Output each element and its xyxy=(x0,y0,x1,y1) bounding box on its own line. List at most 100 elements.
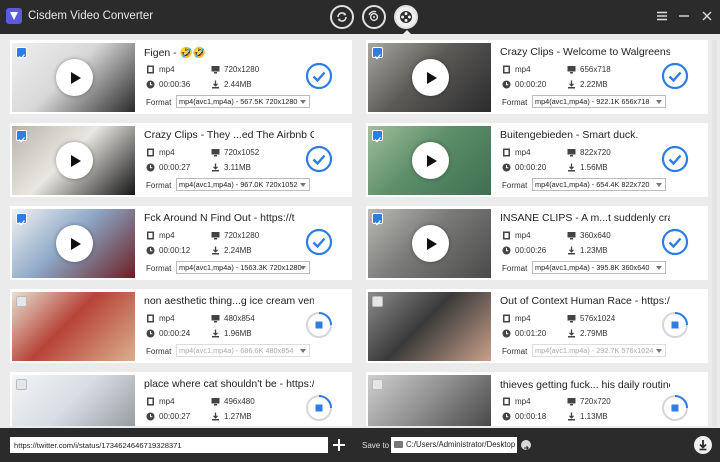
video-thumbnail[interactable] xyxy=(368,126,491,195)
monitor-icon xyxy=(567,65,576,74)
duration-info: 00:00:27 xyxy=(146,163,190,172)
format-select[interactable]: mp4(avc1,mp4a) - 567.5K 720x1280 xyxy=(176,95,310,108)
video-item[interactable]: Figen - 🤣🤣 mp4 720x1280 00:00:36 2.44MB Forma… xyxy=(10,40,352,114)
format-select[interactable]: mp4(avc1,mp4a) - 395.8K 360x640 xyxy=(532,261,666,274)
video-thumbnail[interactable] xyxy=(12,209,135,278)
url-input[interactable] xyxy=(10,437,328,453)
video-thumbnail[interactable] xyxy=(368,209,491,278)
select-checkbox[interactable] xyxy=(372,130,383,143)
format-select[interactable]: mp4(avc1,mp4a) - 292.7K 576x1024 xyxy=(532,344,666,357)
video-title: thieves getting fuck... his daily routin… xyxy=(500,379,670,391)
select-checkbox[interactable] xyxy=(372,296,383,307)
size-value: 3.11MB xyxy=(224,163,251,172)
format-value: mp4(avc1,mp4a) - 654.4K 822x720 xyxy=(535,180,650,189)
download-size-icon xyxy=(567,80,576,89)
size-value: 1.56MB xyxy=(580,163,608,172)
duration-value: 00:00:24 xyxy=(159,329,191,338)
rip-mode-icon[interactable] xyxy=(362,5,386,29)
resolution-value: 720x1280 xyxy=(224,231,260,240)
play-icon[interactable] xyxy=(412,59,449,96)
convert-mode-icon[interactable] xyxy=(330,5,354,29)
monitor-icon xyxy=(211,231,220,240)
play-icon[interactable] xyxy=(412,142,449,179)
format-select[interactable]: mp4(avc1,mp4a) - 654.4K 822x720 xyxy=(532,178,666,191)
loading-stop-icon[interactable] xyxy=(661,311,689,339)
film-icon xyxy=(146,231,155,240)
container-info: mp4 xyxy=(502,314,531,323)
resolution-value: 822x720 xyxy=(580,148,611,157)
resolution-info: 720x720 xyxy=(567,397,611,406)
resolution-value: 720x720 xyxy=(580,397,611,406)
video-item[interactable]: Crazy Clips - Welcome to Walgreens mp4 656… xyxy=(366,40,708,114)
check-circle-icon xyxy=(305,228,333,256)
resolution-info: 496x480 xyxy=(211,397,255,406)
save-path-field[interactable]: C:/Users/Administrator/Desktop xyxy=(391,437,517,453)
format-select[interactable]: mp4(avc1,mp4a) - 967.0K 720x1052 xyxy=(176,178,310,191)
duration-info: 00:00:18 xyxy=(502,412,546,421)
video-thumbnail[interactable] xyxy=(12,43,135,112)
select-checkbox[interactable] xyxy=(16,379,27,390)
film-icon xyxy=(146,314,155,323)
video-item[interactable]: Buitengebieden - Smart duck. mp4 822x720 00… xyxy=(366,123,708,197)
video-item[interactable]: Fck Around N Find Out - https://t mp4 720x… xyxy=(10,206,352,280)
loading-stop-icon[interactable] xyxy=(305,394,333,422)
play-icon[interactable] xyxy=(56,59,93,96)
download-button[interactable] xyxy=(694,436,712,454)
video-thumbnail[interactable] xyxy=(368,292,491,361)
size-value: 2.44MB xyxy=(224,80,252,89)
video-item[interactable]: INSANE CLIPS - A m...t suddenly crashed m… xyxy=(366,206,708,280)
video-thumbnail[interactable] xyxy=(368,375,491,426)
menu-icon[interactable] xyxy=(655,9,669,23)
duration-info: 00:00:24 xyxy=(146,329,190,338)
select-checkbox[interactable] xyxy=(16,213,27,226)
size-value: 1.13MB xyxy=(580,412,608,421)
container-value: mp4 xyxy=(515,231,531,240)
video-item[interactable]: Crazy Clips - They ...ed The Airbnb Owne… xyxy=(10,123,352,197)
size-value: 1.27MB xyxy=(224,412,252,421)
minimize-icon[interactable] xyxy=(677,9,691,23)
film-icon xyxy=(502,148,511,157)
video-thumbnail[interactable] xyxy=(12,126,135,195)
select-checkbox[interactable] xyxy=(372,213,383,226)
format-select[interactable]: mp4(avc1,mp4a) - 686.6K 480x854 xyxy=(176,344,310,357)
video-title: INSANE CLIPS - A m...t suddenly crashed xyxy=(500,212,670,224)
monitor-icon xyxy=(211,65,220,74)
resolution-value: 720x1052 xyxy=(224,148,260,157)
video-item[interactable]: thieves getting fuck... his daily routin… xyxy=(366,372,708,426)
video-item[interactable]: non aesthetic thing...g ice cream vendor… xyxy=(10,289,352,363)
container-info: mp4 xyxy=(146,397,175,406)
video-item[interactable]: Out of Context Human Race - https://t mp4… xyxy=(366,289,708,363)
container-info: mp4 xyxy=(146,231,175,240)
loading-stop-icon[interactable] xyxy=(661,394,689,422)
container-info: mp4 xyxy=(502,231,531,240)
close-icon[interactable] xyxy=(700,9,714,23)
loading-stop-icon[interactable] xyxy=(305,311,333,339)
select-checkbox[interactable] xyxy=(372,379,383,390)
play-icon[interactable] xyxy=(56,142,93,179)
play-icon[interactable] xyxy=(412,225,449,262)
select-checkbox[interactable] xyxy=(16,130,27,143)
film-icon xyxy=(502,65,511,74)
format-select[interactable]: mp4(avc1,mp4a) - 922.1K 656x718 xyxy=(532,95,666,108)
scrollbar[interactable] xyxy=(712,40,717,426)
size-value: 1.96MB xyxy=(224,329,252,338)
clock-icon xyxy=(502,329,511,338)
download-mode-icon[interactable] xyxy=(394,5,418,29)
monitor-icon xyxy=(567,148,576,157)
select-checkbox[interactable] xyxy=(372,47,383,60)
select-checkbox[interactable] xyxy=(16,47,27,60)
size-info: 1.23MB xyxy=(567,246,608,255)
add-url-button[interactable] xyxy=(331,437,347,453)
video-thumbnail[interactable] xyxy=(12,292,135,361)
play-icon[interactable] xyxy=(56,225,93,262)
container-info: mp4 xyxy=(502,65,531,74)
download-size-icon xyxy=(211,80,220,89)
video-item[interactable]: place where cat shouldn't be - https://t… xyxy=(10,372,352,426)
video-thumbnail[interactable] xyxy=(368,43,491,112)
open-folder-button[interactable] xyxy=(521,440,531,451)
clock-icon xyxy=(502,163,511,172)
video-thumbnail[interactable] xyxy=(12,375,135,426)
format-select[interactable]: mp4(avc1,mp4a) - 1563.3K 720x1280 xyxy=(176,261,310,274)
folder-icon xyxy=(394,441,403,448)
select-checkbox[interactable] xyxy=(16,296,27,307)
